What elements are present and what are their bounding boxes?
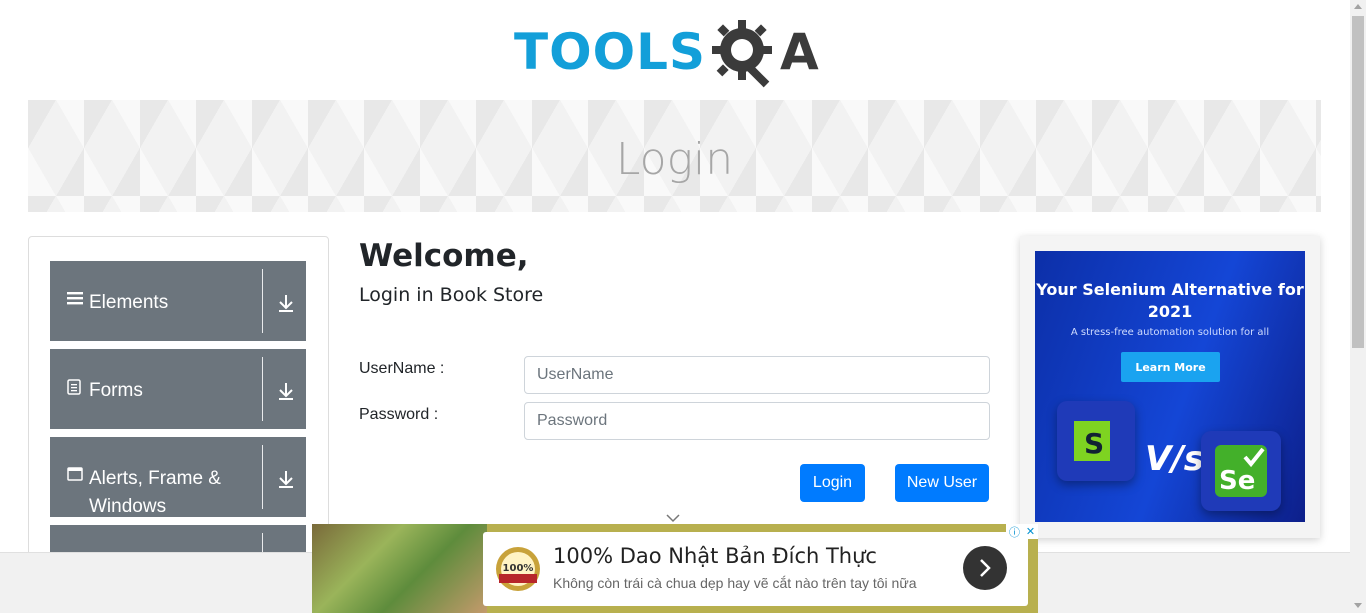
divider	[262, 445, 263, 509]
page-scrollbar[interactable]	[1350, 0, 1366, 613]
login-subheading: Login in Book Store	[359, 284, 544, 306]
window-icon	[67, 467, 85, 481]
guarantee-badge-icon: 100%	[493, 544, 543, 594]
download-arrow-icon[interactable]	[276, 293, 296, 313]
sidebar-group-elements[interactable]: Elements	[50, 261, 306, 341]
svg-text:Se: Se	[1219, 466, 1255, 496]
bottom-ad-subtitle: Không còn trái cà chua dẹp hay vẽ cắt nà…	[553, 575, 917, 591]
bottom-ad[interactable]: 100% 100% Dao Nhật Bản Đích Thực Không c…	[312, 524, 1038, 613]
document-icon	[67, 379, 85, 395]
toolsqa-logo[interactable]: TOOLS A	[514, 14, 838, 90]
username-input[interactable]	[524, 356, 990, 394]
download-arrow-icon[interactable]	[276, 381, 296, 401]
download-arrow-icon[interactable]	[276, 469, 296, 489]
svg-text:S: S	[1084, 427, 1104, 460]
divider	[262, 269, 263, 333]
selenium-logo-tile: Se	[1201, 431, 1281, 511]
logo-text-a: A	[780, 23, 819, 81]
guarantee-badge-text: 100%	[503, 563, 534, 574]
scroll-up-arrow-icon[interactable]	[1354, 4, 1362, 9]
sidebar-group-label-line2: Windows	[89, 496, 167, 517]
page: TOOLS A Login Elements Forms Alerts, Fra…	[0, 0, 1366, 613]
chevron-right-icon[interactable]	[963, 546, 1007, 590]
logo-text-tools: TOOLS	[514, 23, 706, 81]
bottom-ad-title: 100% Dao Nhật Bản Đích Thực	[553, 544, 877, 568]
ad-photo	[312, 524, 487, 613]
sidebar-group-label: Elements	[89, 292, 169, 313]
page-banner: Login	[28, 100, 1321, 212]
menu-icon	[67, 291, 85, 305]
scroll-thumb[interactable]	[1352, 16, 1364, 348]
close-icon[interactable]: ✕	[1026, 525, 1035, 538]
side-ad-title: Your Selenium Alternative for 2021	[1036, 280, 1304, 321]
versus-text: V/s	[1145, 439, 1204, 479]
sidebar-group-forms[interactable]: Forms	[50, 349, 306, 429]
login-button[interactable]: Login	[800, 464, 865, 502]
sidebar-group-label: Forms	[89, 380, 143, 401]
username-label: UserName :	[359, 360, 445, 377]
divider	[262, 357, 263, 421]
sidebar-group-label-line1: Alerts, Frame &	[89, 468, 221, 489]
sidebar: Elements Forms Alerts, Frame & Windows	[28, 236, 329, 566]
welcome-heading: Welcome,	[359, 238, 529, 274]
learn-more-button[interactable]: Learn More	[1121, 352, 1220, 382]
side-ad[interactable]: Your Selenium Alternative for 2021 A str…	[1035, 251, 1305, 522]
chevron-down-icon[interactable]	[666, 510, 680, 523]
info-icon[interactable]: ⓘ	[1009, 524, 1020, 540]
gear-magnifier-icon	[710, 14, 780, 90]
sidebar-group-label: Alerts, Frame & Windows	[89, 465, 221, 521]
katalon-logo-tile: S	[1057, 401, 1135, 481]
side-ad-subtitle: A stress-free automation solution for al…	[1070, 327, 1270, 338]
scroll-down-arrow-icon[interactable]	[1354, 603, 1362, 608]
password-input[interactable]	[524, 402, 990, 440]
bottom-ad-card[interactable]: 100% 100% Dao Nhật Bản Đích Thực Không c…	[483, 532, 1028, 606]
new-user-button[interactable]: New User	[895, 464, 989, 502]
sidebar-group-alerts[interactable]: Alerts, Frame & Windows	[50, 437, 306, 517]
page-title: Login	[615, 133, 734, 185]
ad-choices[interactable]: ⓘ ✕	[1006, 524, 1038, 539]
password-label: Password :	[359, 406, 439, 423]
